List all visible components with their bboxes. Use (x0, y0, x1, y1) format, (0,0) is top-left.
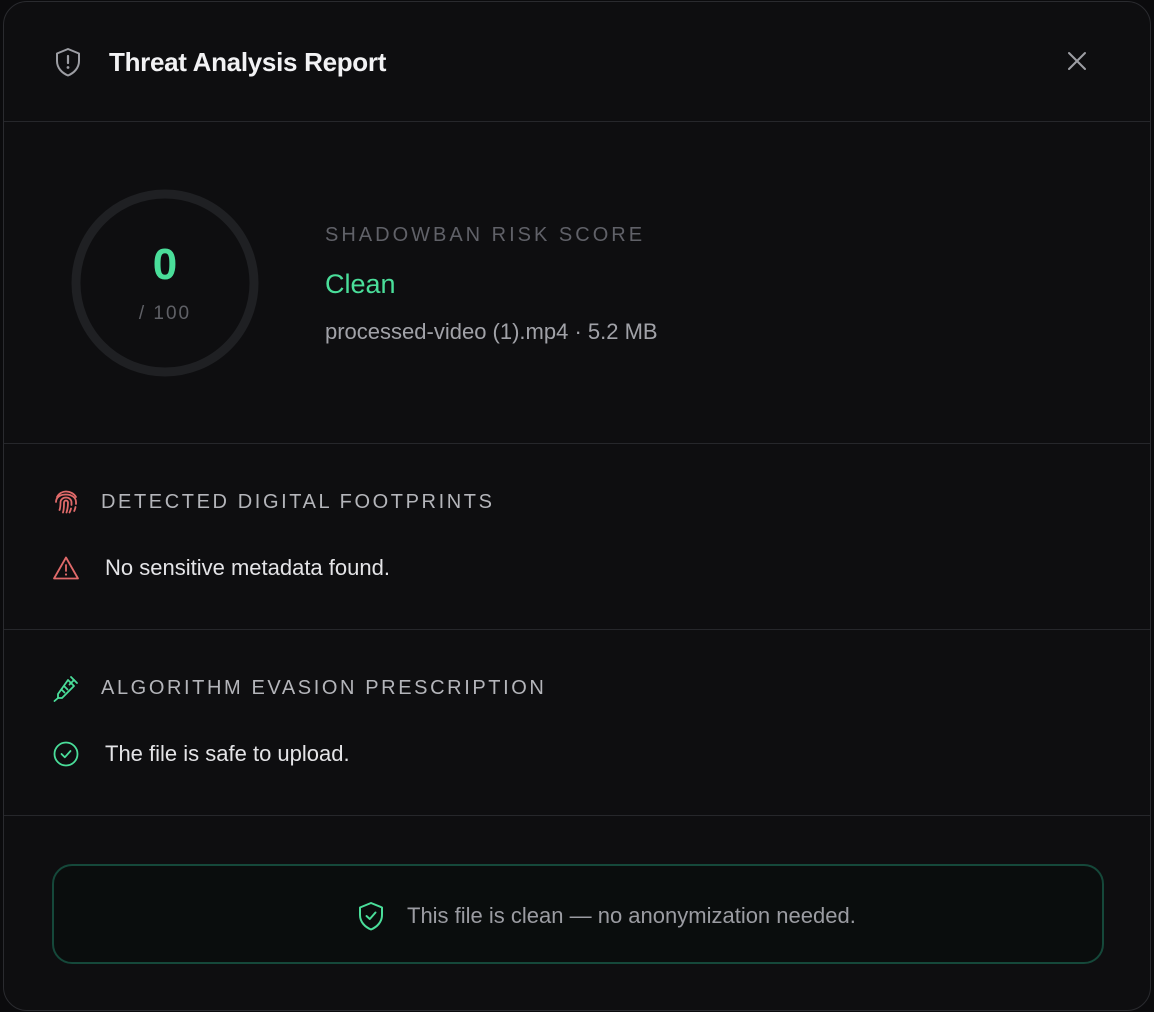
prescription-section: ALGORITHM EVASION PRESCRIPTION The file … (4, 630, 1150, 816)
modal-header: Threat Analysis Report (4, 2, 1150, 122)
footprints-message: No sensitive metadata found. (105, 555, 390, 580)
shield-alert-icon (56, 48, 80, 77)
modal-title: Threat Analysis Report (109, 47, 387, 77)
risk-score-label: SHADOWBAN RISK SCORE (325, 224, 646, 246)
check-circle-icon (53, 741, 79, 767)
risk-score-value: 0 (152, 240, 178, 289)
clean-status-banner: This file is clean — no anonymization ne… (52, 864, 1104, 964)
fingerprint-icon (55, 490, 77, 514)
risk-status: Clean (325, 269, 396, 299)
footprints-title: DETECTED DIGITAL FOOTPRINTS (101, 491, 495, 513)
footprints-section: DETECTED DIGITAL FOOTPRINTS No sensitive… (4, 444, 1150, 630)
risk-score-section: 0 / 100 SHADOWBAN RISK SCORE Clean proce… (4, 122, 1150, 444)
prescription-message: The file is safe to upload. (105, 741, 350, 766)
threat-analysis-modal: Threat Analysis Report 0 / 100 SHADOWBAN… (3, 1, 1151, 1011)
risk-score-max: / 100 (138, 303, 192, 324)
prescription-title: ALGORITHM EVASION PRESCRIPTION (101, 677, 547, 699)
warning-triangle-icon (53, 556, 79, 580)
syringe-icon (53, 676, 78, 702)
file-info: processed-video (1).mp4 · 5.2 MB (325, 319, 658, 344)
clean-status-text: This file is clean — no anonymization ne… (407, 903, 856, 928)
close-icon[interactable] (1061, 45, 1093, 77)
modal-footer: This file is clean — no anonymization ne… (4, 816, 1150, 1010)
